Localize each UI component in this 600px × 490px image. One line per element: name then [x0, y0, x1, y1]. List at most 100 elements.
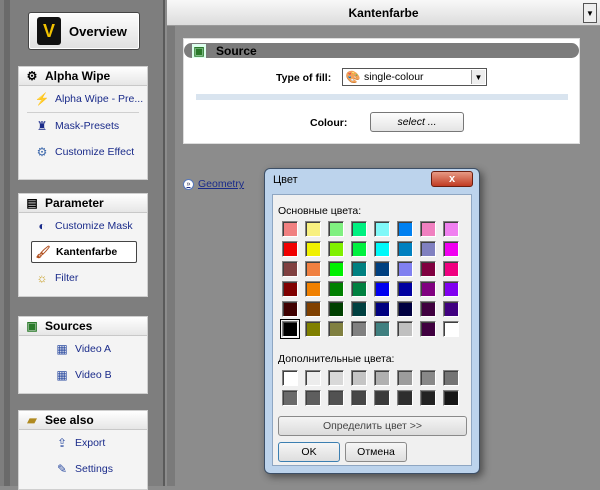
basic-color-swatch[interactable] — [328, 221, 344, 237]
sidebar-item-filter[interactable]: ☼ Filter — [19, 265, 147, 291]
custom-color-swatch[interactable] — [351, 390, 367, 406]
basic-color-swatch[interactable] — [374, 221, 390, 237]
custom-color-swatch[interactable] — [328, 370, 344, 386]
basic-color-swatch[interactable] — [397, 261, 413, 277]
sidebar-item-settings[interactable]: ✎ Settings — [19, 456, 147, 482]
panel-header-see-also: ▰ See also — [19, 411, 147, 430]
custom-color-swatch[interactable] — [328, 390, 344, 406]
basic-color-swatch[interactable] — [282, 241, 298, 257]
app-logo-icon: V — [37, 17, 61, 45]
basic-color-swatch[interactable] — [351, 281, 367, 297]
basic-color-swatch[interactable] — [328, 241, 344, 257]
page-title: Kantenfarbe — [348, 5, 419, 20]
basic-color-swatch[interactable] — [443, 261, 459, 277]
basic-color-swatch[interactable] — [397, 241, 413, 257]
select-colour-button[interactable]: select ... — [370, 112, 464, 132]
custom-color-swatch[interactable] — [420, 370, 436, 386]
basic-color-swatch[interactable] — [328, 301, 344, 317]
basic-color-swatch[interactable] — [282, 301, 298, 317]
basic-color-swatch[interactable] — [443, 301, 459, 317]
basic-color-swatch[interactable] — [305, 281, 321, 297]
basic-color-swatch[interactable] — [420, 321, 436, 337]
basic-color-swatch[interactable] — [351, 301, 367, 317]
define-custom-color-button[interactable]: Определить цвет >> — [278, 416, 467, 436]
basic-color-swatch[interactable] — [305, 301, 321, 317]
custom-color-swatch[interactable] — [443, 390, 459, 406]
custom-color-swatch[interactable] — [305, 370, 321, 386]
chevron-down-icon[interactable]: ▼ — [583, 3, 597, 23]
custom-color-swatch[interactable] — [282, 390, 298, 406]
custom-color-swatch[interactable] — [443, 370, 459, 386]
sidebar-item-customize-effect[interactable]: ⚙ Customize Effect — [19, 139, 147, 165]
overview-button[interactable]: V Overview — [28, 12, 140, 50]
sidebar-item-label: Customize Effect — [55, 146, 135, 158]
ok-button[interactable]: OK — [278, 442, 340, 462]
close-icon[interactable]: x — [431, 171, 473, 187]
basic-color-swatch[interactable] — [305, 241, 321, 257]
basic-color-swatch[interactable] — [420, 301, 436, 317]
basic-color-swatch[interactable] — [374, 281, 390, 297]
sidebar-item-customize-mask[interactable]: ◐ Customize Mask — [19, 213, 147, 239]
select-value: single-colour — [364, 71, 424, 83]
custom-color-swatch[interactable] — [374, 390, 390, 406]
film-icon: ▦ — [56, 342, 68, 356]
basic-color-swatch[interactable] — [351, 241, 367, 257]
basic-color-swatch[interactable] — [397, 301, 413, 317]
basic-color-swatch[interactable] — [351, 221, 367, 237]
sidebar-item-kantenfarbe[interactable]: 🖌 Kantenfarbe — [31, 241, 137, 263]
panel-header-alpha-wipe: ⚙ Alpha Wipe — [19, 67, 147, 86]
custom-color-swatch[interactable] — [397, 390, 413, 406]
basic-color-swatch[interactable] — [397, 321, 413, 337]
sidebar-item-video-a[interactable]: ▦ Video A — [19, 336, 147, 362]
custom-color-swatch[interactable] — [420, 390, 436, 406]
window-icon: ▤ — [26, 196, 38, 210]
sidebar-item-mask-presets[interactable]: ♜ Mask-Presets — [19, 113, 147, 139]
basic-color-swatch[interactable] — [420, 221, 436, 237]
basic-color-swatch[interactable] — [443, 241, 459, 257]
sidebar-item-label: Export — [75, 437, 106, 449]
source-header[interactable]: ▣ Source — [184, 43, 579, 58]
basic-color-swatch[interactable] — [328, 261, 344, 277]
basic-color-swatch[interactable] — [280, 319, 300, 339]
basic-color-swatch[interactable] — [282, 221, 298, 237]
basic-color-swatch[interactable] — [282, 261, 298, 277]
sidebar-item-video-b[interactable]: ▦ Video B — [19, 362, 147, 388]
dialog-title: Цвет — [273, 174, 298, 186]
basic-color-swatch[interactable] — [443, 281, 459, 297]
basic-color-swatch[interactable] — [397, 281, 413, 297]
colour-label: Colour: — [310, 117, 348, 129]
basic-color-swatch[interactable] — [443, 321, 459, 337]
custom-color-swatch[interactable] — [282, 370, 298, 386]
basic-color-swatch[interactable] — [351, 261, 367, 277]
basic-color-swatch[interactable] — [305, 221, 321, 237]
basic-color-swatch[interactable] — [420, 281, 436, 297]
basic-color-swatch[interactable] — [305, 321, 321, 337]
sidebar-item-label: Video A — [75, 343, 112, 355]
basic-color-swatch[interactable] — [397, 221, 413, 237]
sidebar-item-alpha-wipe-presets[interactable]: ⚡ Alpha Wipe - Pre... — [19, 86, 147, 112]
geometry-link[interactable]: » Geometry — [183, 178, 244, 190]
lightning-icon: ⚡ — [34, 92, 50, 106]
custom-color-swatch[interactable] — [305, 390, 321, 406]
custom-color-swatch[interactable] — [351, 370, 367, 386]
custom-color-swatch[interactable] — [374, 370, 390, 386]
basic-color-swatch[interactable] — [328, 281, 344, 297]
basic-color-swatch[interactable] — [443, 221, 459, 237]
basic-color-swatch[interactable] — [305, 261, 321, 277]
basic-color-swatch[interactable] — [374, 241, 390, 257]
basic-color-swatch[interactable] — [420, 261, 436, 277]
basic-color-swatch[interactable] — [374, 301, 390, 317]
basic-color-swatch[interactable] — [374, 321, 390, 337]
basic-color-swatch[interactable] — [328, 321, 344, 337]
basic-color-swatch[interactable] — [351, 321, 367, 337]
paint-brush-icon: 🖌 — [35, 245, 51, 259]
custom-color-swatch[interactable] — [397, 370, 413, 386]
basic-color-swatch[interactable] — [420, 241, 436, 257]
page-title-bar: Kantenfarbe ▼ — [167, 0, 600, 26]
sidebar-item-export[interactable]: ⇪ Export — [19, 430, 147, 456]
cancel-button[interactable]: Отмена — [345, 442, 407, 462]
basic-color-swatch[interactable] — [282, 281, 298, 297]
palette-icon: 🎨 — [345, 70, 361, 84]
type-of-fill-select[interactable]: 🎨 single-colour ▼ — [342, 68, 487, 86]
basic-color-swatch[interactable] — [374, 261, 390, 277]
